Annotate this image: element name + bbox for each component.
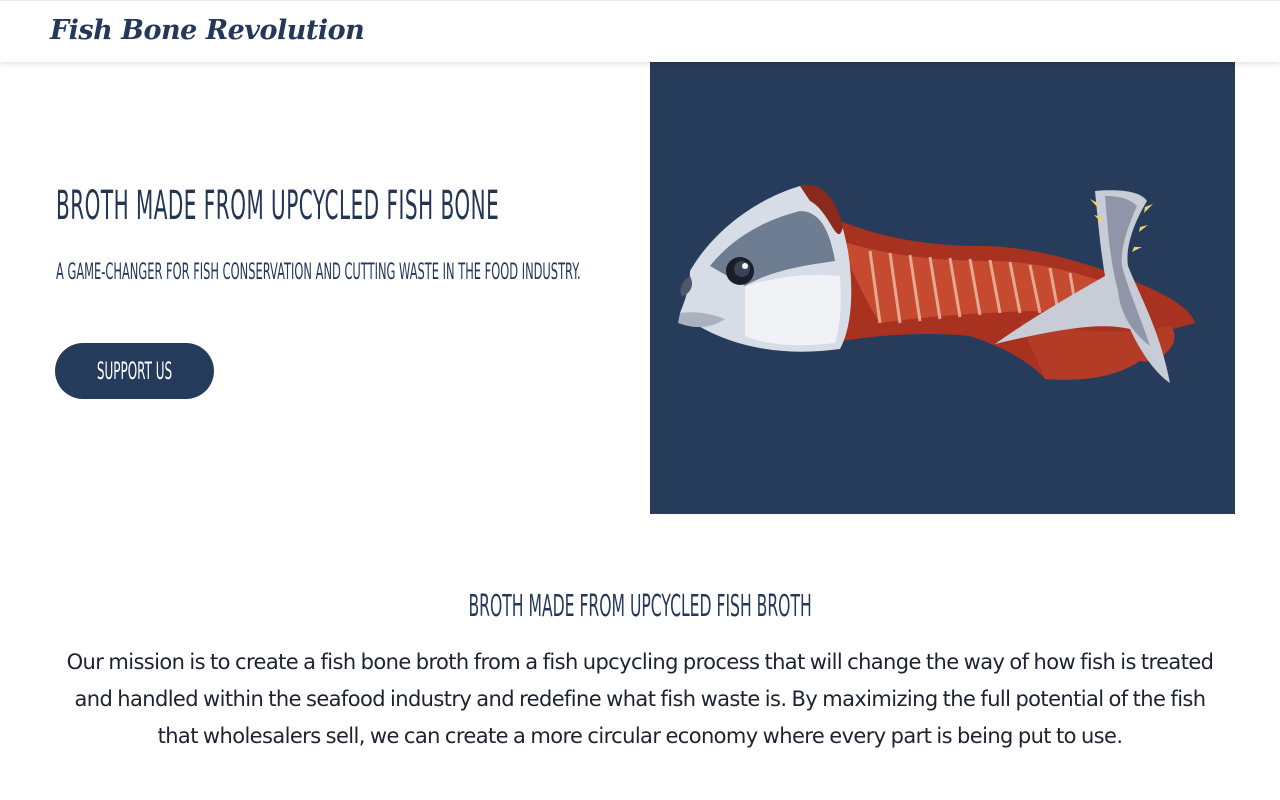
hero-title-block: Broth made from upcycled fish bone — [56, 150, 641, 242]
hero-subtitle-block: A game-changer for fish conservation and… — [56, 254, 641, 326]
hero-title: Broth made from upcycled fish bone — [56, 183, 500, 229]
mission-heading-text: Broth made from upcycled fish broth — [468, 589, 812, 624]
support-us-button-label: Support Us — [96, 357, 173, 385]
hero-subtitle: A game-changer for fish conservation and… — [56, 260, 581, 285]
top-navbar: Fish Bone Revolution — [0, 0, 1280, 62]
hero-fish-illustration — [650, 61, 1235, 514]
fish-skeleton-image — [678, 185, 1195, 383]
support-us-button[interactable]: Support Us — [55, 343, 214, 399]
mission-heading: Broth made from upcycled fish broth — [0, 585, 1280, 629]
mission-body: Our mission is to create a fish bone bro… — [66, 650, 1214, 748]
brand-logo-link[interactable]: Fish Bone Revolution — [50, 13, 365, 49]
